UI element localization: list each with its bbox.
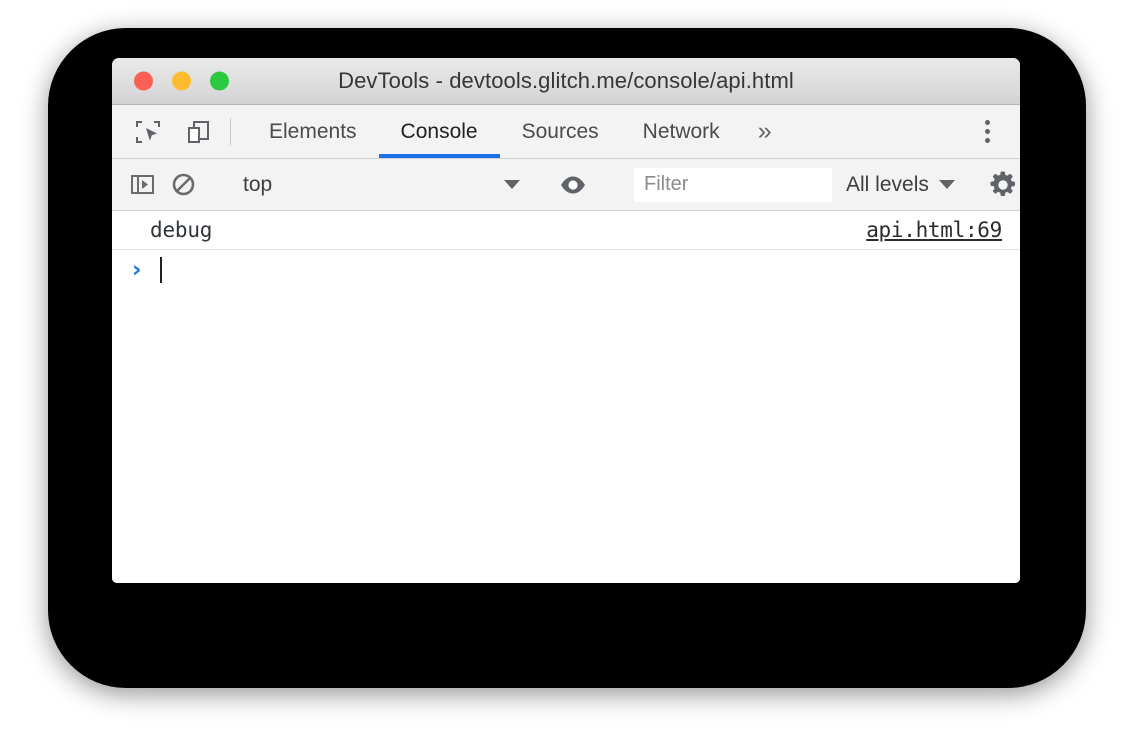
devtools-tabbar: Elements Console Sources Network » [112,105,1020,159]
live-expression-eye-icon[interactable] [559,168,587,202]
traffic-lights [134,71,229,91]
console-toolbar: top All levels [112,159,1020,211]
more-tabs-button[interactable]: » [742,105,788,158]
window-title: DevTools - devtools.glitch.me/console/ap… [338,68,794,93]
console-message-row[interactable]: debug api.html:69 [112,211,1020,250]
tabbar-divider [230,118,231,145]
minimize-window-button[interactable] [172,71,191,91]
kebab-dot [984,138,990,143]
log-level-selector[interactable]: All levels [846,173,955,197]
prompt-chevron-icon: › [132,256,142,283]
chevron-down-icon [938,180,955,189]
window-titlebar: DevTools - devtools.glitch.me/console/ap… [112,58,1020,105]
kebab-dot [984,129,990,134]
console-message-list[interactable]: debug api.html:69 › [112,211,1020,583]
console-prompt-row[interactable]: › [112,250,1020,290]
inspect-element-icon[interactable] [130,114,166,150]
tabbar-right-group [935,105,1020,158]
filter-input[interactable] [634,167,832,202]
tabbar-icon-group [112,105,216,158]
tab-network[interactable]: Network [621,105,742,158]
close-window-button[interactable] [134,71,153,91]
chevron-down-icon [504,180,520,189]
kebab-menu-icon[interactable] [966,111,1008,153]
log-level-label: All levels [846,172,929,196]
devtools-tabs: Elements Console Sources Network » [247,105,788,158]
tab-sources[interactable]: Sources [500,105,621,158]
clear-console-icon[interactable] [171,168,196,202]
maximize-window-button[interactable] [210,71,229,91]
kebab-dot [984,120,990,125]
tab-console[interactable]: Console [378,105,500,158]
tab-elements[interactable]: Elements [247,105,379,158]
console-message-text: debug [150,218,213,242]
text-cursor [160,257,162,283]
console-sidebar-icon[interactable] [130,168,155,202]
devtools-window: DevTools - devtools.glitch.me/console/ap… [112,58,1020,583]
console-message-source-link[interactable]: api.html:69 [866,218,1002,242]
execution-context-label: top [243,172,273,196]
execution-context-selector[interactable]: top [243,168,528,202]
device-toolbar-icon[interactable] [180,114,216,150]
settings-gear-icon[interactable] [988,165,1018,205]
